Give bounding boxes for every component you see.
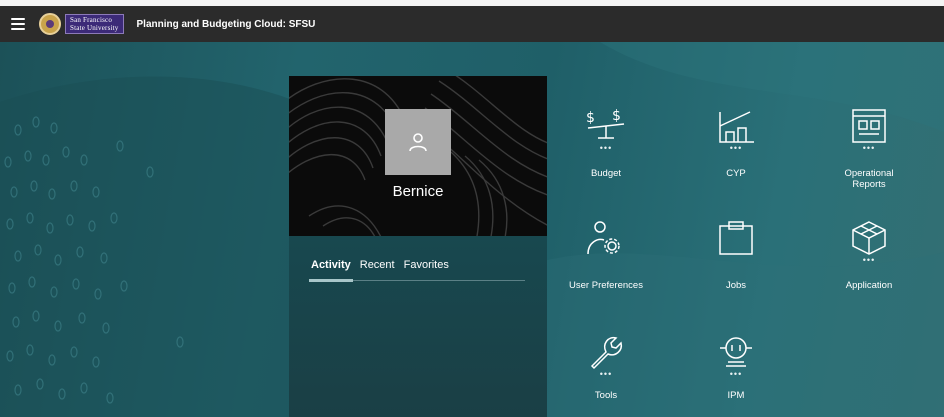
top-bar: San Francisco State University Planning … [0, 6, 944, 42]
svg-text:$: $ [586, 110, 595, 126]
profile-tabs: Activity Recent Favorites [309, 259, 525, 282]
operational-reports-tile[interactable]: ••• Operational Reports [819, 108, 919, 190]
tools-tile[interactable]: ••• Tools [556, 334, 656, 401]
ipm-label: IPM [727, 390, 745, 401]
ipm-more-icon[interactable]: ••• [686, 370, 786, 380]
application-tile[interactable]: ••• Application [819, 220, 919, 291]
cyp-label: CYP [726, 168, 746, 179]
reports-icon [852, 109, 886, 143]
wrench-icon [590, 336, 623, 370]
user-preferences-icon [587, 221, 620, 255]
application-label: Application [845, 280, 893, 291]
user-name: Bernice [392, 183, 444, 200]
user-avatar-icon [409, 133, 427, 152]
user-preferences-more [556, 256, 656, 266]
application-cube-icon [852, 221, 886, 255]
tab-recent[interactable]: Recent [360, 259, 395, 281]
logo-line-2: State University [70, 24, 119, 32]
jobs-tile[interactable]: Jobs [686, 220, 786, 291]
user-preferences-label: User Preferences [569, 280, 643, 291]
budget-more-icon[interactable]: ••• [556, 144, 656, 154]
budget-scale-icon: $ $ [586, 108, 625, 139]
cyp-tile[interactable]: ••• CYP [686, 108, 786, 179]
tools-more-icon[interactable]: ••• [556, 370, 656, 380]
navigator-menu-icon[interactable] [11, 18, 25, 30]
operational-reports-more-icon[interactable]: ••• [819, 144, 919, 154]
cyp-more-icon[interactable]: ••• [686, 144, 786, 154]
tab-favorites[interactable]: Favorites [404, 259, 449, 281]
tools-label: Tools [594, 390, 618, 401]
application-more-icon[interactable]: ••• [819, 256, 919, 266]
tab-activity[interactable]: Activity [309, 259, 353, 282]
budget-tile[interactable]: $ $ ••• Budget [556, 108, 656, 179]
user-preferences-tile[interactable]: User Preferences [556, 220, 656, 291]
profile-panel-body: Activity Recent Favorites [289, 236, 547, 417]
svg-text:$: $ [612, 108, 621, 124]
ipm-tile[interactable]: ••• IPM [686, 334, 786, 401]
user-avatar[interactable] [385, 109, 451, 175]
jobs-more [686, 256, 786, 266]
profile-card: Bernice Activity Recent Favorites [289, 76, 547, 417]
jobs-icon [719, 221, 753, 255]
profile-header: Bernice [289, 76, 547, 236]
logo-line-1: San Francisco [70, 16, 113, 24]
cyp-chart-icon [719, 111, 754, 143]
app-title: Planning and Budgeting Cloud: SFSU [136, 18, 316, 30]
university-logo[interactable]: San Francisco State University [65, 14, 124, 34]
ipm-robot-icon [720, 337, 752, 367]
jobs-label: Jobs [725, 280, 747, 291]
budget-label: Budget [590, 168, 622, 179]
university-seal-logo[interactable] [39, 13, 61, 35]
operational-reports-label: Operational Reports [844, 168, 894, 190]
